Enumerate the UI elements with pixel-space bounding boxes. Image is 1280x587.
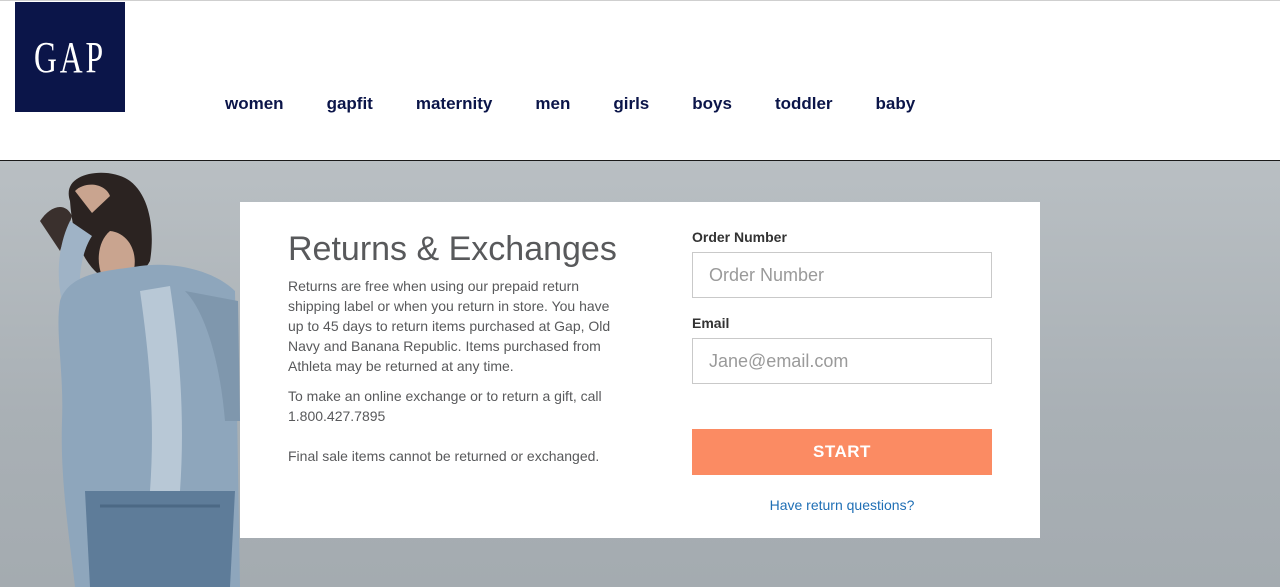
nav-boys[interactable]: boys [692, 94, 732, 114]
nav-toddler[interactable]: toddler [775, 94, 833, 114]
nav-maternity[interactable]: maternity [416, 94, 493, 114]
gap-logo-text: GAP [33, 32, 107, 82]
nav-baby[interactable]: baby [876, 94, 916, 114]
returns-card: Returns & Exchanges Returns are free whe… [240, 202, 1040, 538]
order-number-label: Order Number [692, 229, 787, 245]
nav-men[interactable]: men [535, 94, 570, 114]
final-sale-text: Final sale items cannot be returned or e… [288, 448, 600, 464]
main-nav: women gapfit maternity men girls boys to… [225, 94, 958, 114]
model-photo [40, 172, 241, 587]
exchange-phone-text: To make an online exchange or to return … [288, 388, 602, 424]
nav-women[interactable]: women [225, 94, 284, 114]
start-button[interactable]: START [692, 429, 992, 475]
return-questions-link[interactable]: Have return questions? [692, 497, 992, 513]
order-number-input[interactable] [692, 252, 992, 298]
email-label: Email [692, 315, 730, 331]
email-input[interactable] [692, 338, 992, 384]
page-title: Returns & Exchanges [288, 230, 617, 268]
nav-gapfit[interactable]: gapfit [327, 94, 373, 114]
nav-girls[interactable]: girls [613, 94, 649, 114]
site-header: GAP women gapfit maternity men girls boy… [0, 0, 1280, 161]
gap-logo[interactable]: GAP [15, 2, 125, 112]
returns-policy-text: Returns are free when using our prepaid … [288, 278, 611, 374]
hero-background: Returns & Exchanges Returns are free whe… [0, 161, 1280, 587]
